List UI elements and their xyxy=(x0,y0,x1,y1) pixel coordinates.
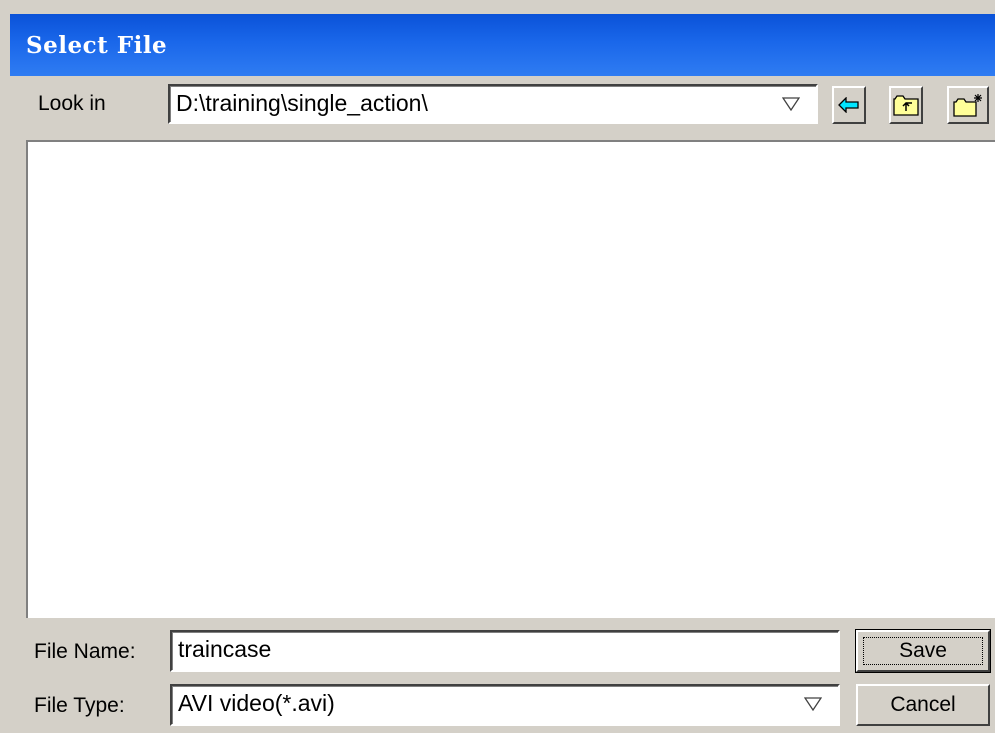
dropdown-arrow-icon[interactable] xyxy=(782,97,800,111)
file-name-value: traincase xyxy=(178,636,272,662)
select-file-dialog: Select File Look in D:\training\single_a… xyxy=(0,0,995,733)
file-type-label: File Type: xyxy=(34,694,125,717)
cancel-button-label: Cancel xyxy=(890,693,956,716)
up-folder-icon xyxy=(893,95,919,116)
file-type-dropdown[interactable]: AVI video(*.avi) xyxy=(170,684,840,726)
file-type-value: AVI video(*.avi) xyxy=(178,690,335,716)
save-button-label: Save xyxy=(899,639,947,662)
dropdown-arrow-icon[interactable] xyxy=(804,697,822,711)
dialog-title: Select File xyxy=(26,32,168,59)
look-in-value: D:\training\single_action\ xyxy=(176,90,428,116)
file-list[interactable] xyxy=(26,140,995,618)
file-name-input[interactable]: traincase xyxy=(170,630,840,672)
look-in-label: Look in xyxy=(38,92,106,115)
new-folder-button[interactable] xyxy=(947,86,989,124)
file-name-label: File Name: xyxy=(34,640,136,663)
back-arrow-icon xyxy=(838,97,859,113)
up-folder-button[interactable] xyxy=(889,86,923,124)
save-button[interactable]: Save xyxy=(855,629,991,673)
back-button[interactable] xyxy=(832,86,866,124)
look-in-dropdown[interactable]: D:\training\single_action\ xyxy=(168,84,818,124)
cancel-button[interactable]: Cancel xyxy=(856,684,990,726)
new-folder-icon xyxy=(953,94,982,117)
title-bar[interactable]: Select File xyxy=(10,14,995,76)
